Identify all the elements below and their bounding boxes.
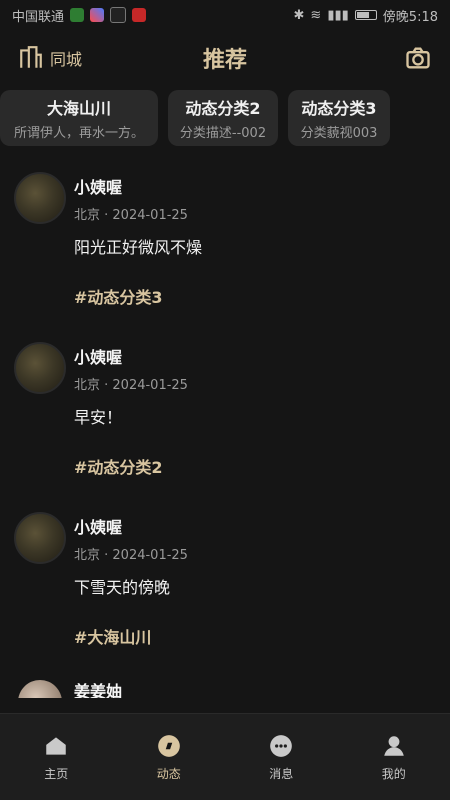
tab-messages[interactable]: 消息 — [241, 733, 321, 782]
post-meta: 北京 · 2024-01-25 — [74, 208, 188, 223]
post-author[interactable]: 小姨喔 — [74, 514, 122, 538]
post-meta: 北京 · 2024-01-25 — [74, 548, 188, 563]
bluetooth-icon: ✱ — [293, 7, 305, 23]
category-desc: 所谓伊人，再水一方。 — [13, 126, 144, 141]
city-label: 同城 — [50, 50, 83, 69]
building-icon — [20, 46, 42, 68]
app-icon — [110, 7, 127, 23]
category-desc: 分类描述--002 — [179, 126, 267, 141]
post-item[interactable]: 小姨喔 北京 · 2024-01-25 早安！ #动态分类2 — [0, 332, 450, 502]
app-icon — [132, 8, 147, 22]
category-card[interactable]: 动态分类2 分类描述--002 — [168, 90, 278, 146]
post-author[interactable]: 小姨喔 — [74, 344, 122, 368]
status-right: ✱ ≋ ▮▮▮ 傍晚5:18 — [294, 6, 438, 25]
post-content: 阳光正好微风不燥 — [74, 238, 203, 257]
top-header: 同城 推荐 — [0, 36, 450, 80]
category-strip: 大海山川 所谓伊人，再水一方。 动态分类2 分类描述--002 动态分类3 分类… — [0, 90, 450, 150]
category-title: 大海山川 — [46, 99, 111, 118]
post-content: 下雪天的傍晚 — [74, 578, 171, 597]
wifi-icon: ≋ — [310, 7, 322, 23]
home-icon — [46, 736, 66, 755]
status-left: 中国联通 — [12, 6, 147, 25]
post-tag[interactable]: #大海山川 — [74, 624, 151, 648]
user-icon — [384, 735, 404, 756]
chat-icon — [270, 734, 293, 757]
tab-profile[interactable]: 我的 — [354, 733, 434, 782]
category-title: 动态分类3 — [301, 99, 377, 118]
avatar[interactable] — [14, 512, 66, 564]
time-text: 傍晚5:18 — [382, 9, 438, 25]
post-tag[interactable]: #动态分类2 — [74, 454, 163, 478]
post-item[interactable]: 小姨喔 北京 · 2024-01-25 下雪天的傍晚 #大海山川 — [0, 502, 450, 672]
partial-post-item[interactable]: 姜姜妯 — [0, 678, 450, 698]
tab-home[interactable]: 主页 — [16, 733, 96, 782]
tab-label: 消息 — [269, 766, 294, 781]
tab-label: 我的 — [381, 766, 406, 781]
category-desc: 分类藐视003 — [300, 126, 378, 141]
avatar[interactable] — [18, 680, 62, 698]
category-card[interactable]: 动态分类3 分类藐视003 — [288, 90, 390, 146]
status-bar: 中国联通 ✱ ≋ ▮▮▮ 傍晚5:18 — [0, 0, 450, 30]
category-title: 动态分类2 — [185, 99, 261, 118]
post-meta: 北京 · 2024-01-25 — [74, 378, 188, 393]
app-icon — [90, 8, 105, 22]
city-button[interactable]: 同城 — [18, 45, 82, 71]
post-author[interactable]: 小姨喔 — [74, 174, 122, 198]
carrier-text: 中国联通 — [12, 9, 65, 25]
app-icon — [70, 8, 85, 22]
camera-icon[interactable] — [404, 44, 432, 72]
post-tag[interactable]: #动态分类3 — [74, 284, 163, 308]
post-item[interactable]: 小姨喔 北京 · 2024-01-25 阳光正好微风不燥 #动态分类3 — [0, 162, 450, 332]
bottom-tab-bar: 主页 动态 消息 我的 — [0, 713, 450, 800]
tab-moments[interactable]: 动态 — [129, 733, 209, 782]
post-author[interactable]: 姜姜妯 — [74, 678, 122, 698]
avatar[interactable] — [14, 342, 66, 394]
avatar[interactable] — [14, 172, 66, 224]
compass-icon — [157, 734, 180, 757]
post-feed[interactable]: 小姨喔 北京 · 2024-01-25 阳光正好微风不燥 #动态分类3 小姨喔 … — [0, 162, 450, 692]
battery-icon — [354, 10, 377, 20]
signal-icon: ▮▮▮ — [327, 7, 349, 23]
tab-label: 主页 — [44, 766, 69, 781]
post-content: 早安！ — [74, 408, 123, 427]
tab-label: 动态 — [156, 766, 181, 781]
category-card[interactable]: 大海山川 所谓伊人，再水一方。 — [0, 90, 158, 146]
